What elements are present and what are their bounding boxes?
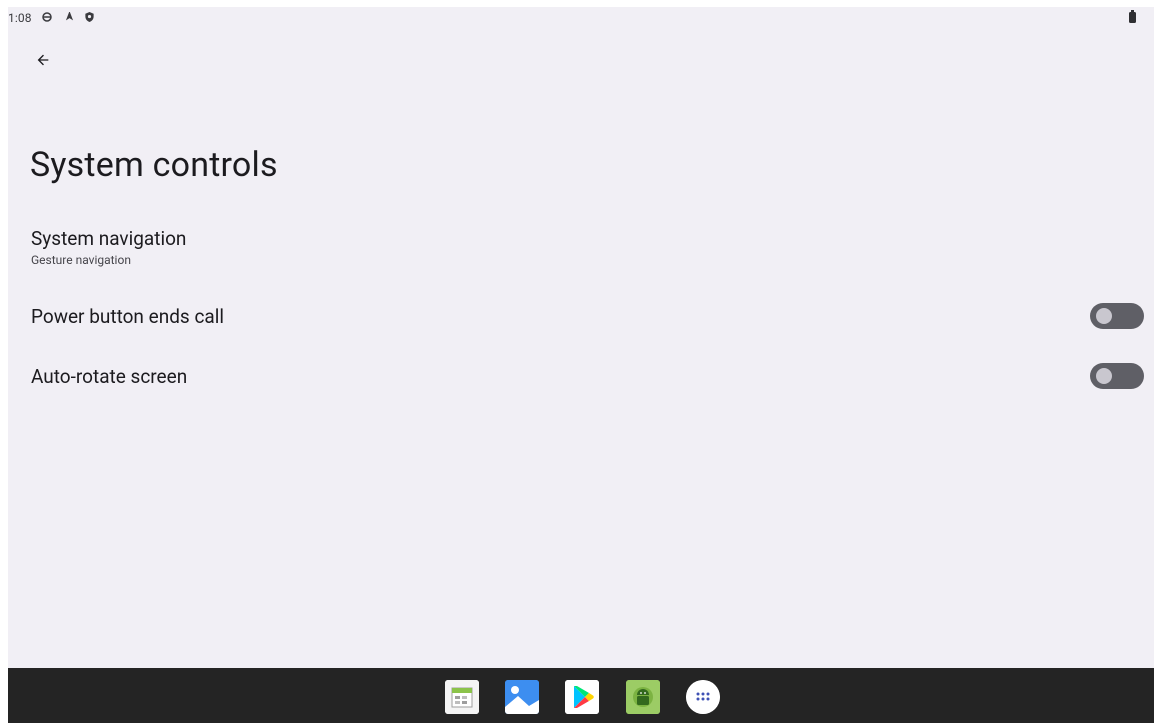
calendar-app-icon[interactable] (445, 680, 479, 714)
play-store-icon[interactable] (565, 680, 599, 714)
status-bar: 1:08 (8, 7, 1154, 29)
gallery-app-icon[interactable] (505, 680, 539, 714)
arrow-back-icon (35, 52, 51, 72)
power-button-ends-call-toggle[interactable] (1090, 303, 1144, 329)
battery-icon (1129, 10, 1136, 23)
settings-screen: 1:08 System controls System navigation G… (8, 7, 1154, 723)
auto-rotate-screen-toggle[interactable] (1090, 363, 1144, 389)
setting-title: System navigation (31, 227, 187, 250)
all-apps-icon[interactable] (686, 680, 720, 714)
back-button[interactable] (28, 47, 58, 77)
setting-title: Power button ends call (31, 305, 224, 328)
toggle-thumb (1096, 308, 1112, 324)
setting-power-button-ends-call[interactable]: Power button ends call (8, 289, 1154, 345)
settings-gear-icon (41, 11, 53, 23)
location-arrow-icon (63, 11, 75, 23)
android-app-icon[interactable] (626, 680, 660, 714)
setting-auto-rotate-screen[interactable]: Auto-rotate screen (8, 349, 1154, 405)
setting-system-navigation[interactable]: System navigation Gesture navigation (8, 219, 1154, 279)
setting-title: Auto-rotate screen (31, 365, 188, 388)
page-title: System controls (30, 145, 278, 185)
setting-summary: Gesture navigation (31, 253, 131, 267)
toggle-thumb (1096, 368, 1112, 384)
shield-icon (83, 11, 95, 23)
status-time: 1:08 (8, 11, 32, 25)
taskbar (8, 668, 1154, 723)
